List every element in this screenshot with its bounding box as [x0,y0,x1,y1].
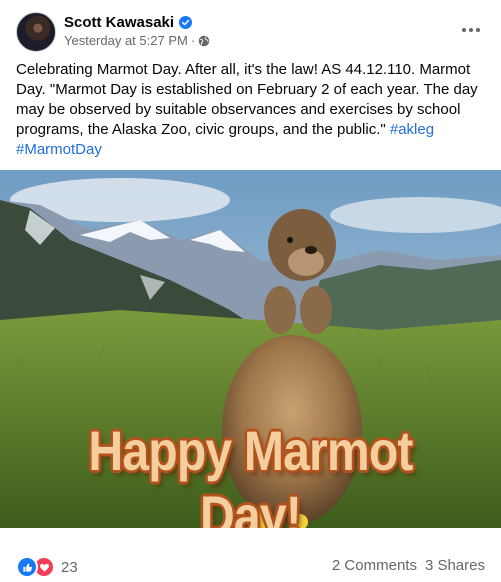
photo-caption-overlay: Happy Marmot Day! [88,419,413,528]
post-meta: Yesterday at 5:27 PM · [64,33,210,48]
author-row: Scott Kawasaki [64,13,193,31]
post-header: Scott Kawasaki Yesterday at 5:27 PM · [0,0,501,56]
verified-badge-icon [179,15,193,29]
facebook-post: Scott Kawasaki Yesterday at 5:27 PM · Ce… [0,0,501,582]
post-body: Celebrating Marmot Day. After all, it's … [16,60,486,160]
hashtag-marmotday[interactable]: #MarmotDay [16,141,102,158]
author-name[interactable]: Scott Kawasaki [64,14,174,31]
post-photo[interactable]: Happy Marmot Day! [0,170,501,528]
meta-separator: · [190,33,196,48]
globe-icon[interactable] [198,35,210,47]
more-options-icon [462,28,480,32]
like-icon [16,556,38,578]
reaction-count: 23 [61,558,78,576]
post-footer: 23 2 Comments 3 Shares [0,528,501,582]
more-options-button[interactable] [457,16,485,44]
hashtag-akleg[interactable]: #akleg [390,121,434,138]
engagement-counts: 2 Comments 3 Shares [332,557,485,574]
comments-count[interactable]: 2 Comments [332,557,417,574]
reactions-summary[interactable]: 23 [16,556,78,578]
post-timestamp[interactable]: Yesterday at 5:27 PM [64,33,188,48]
author-avatar[interactable] [16,12,56,52]
shares-count[interactable]: 3 Shares [425,557,485,574]
